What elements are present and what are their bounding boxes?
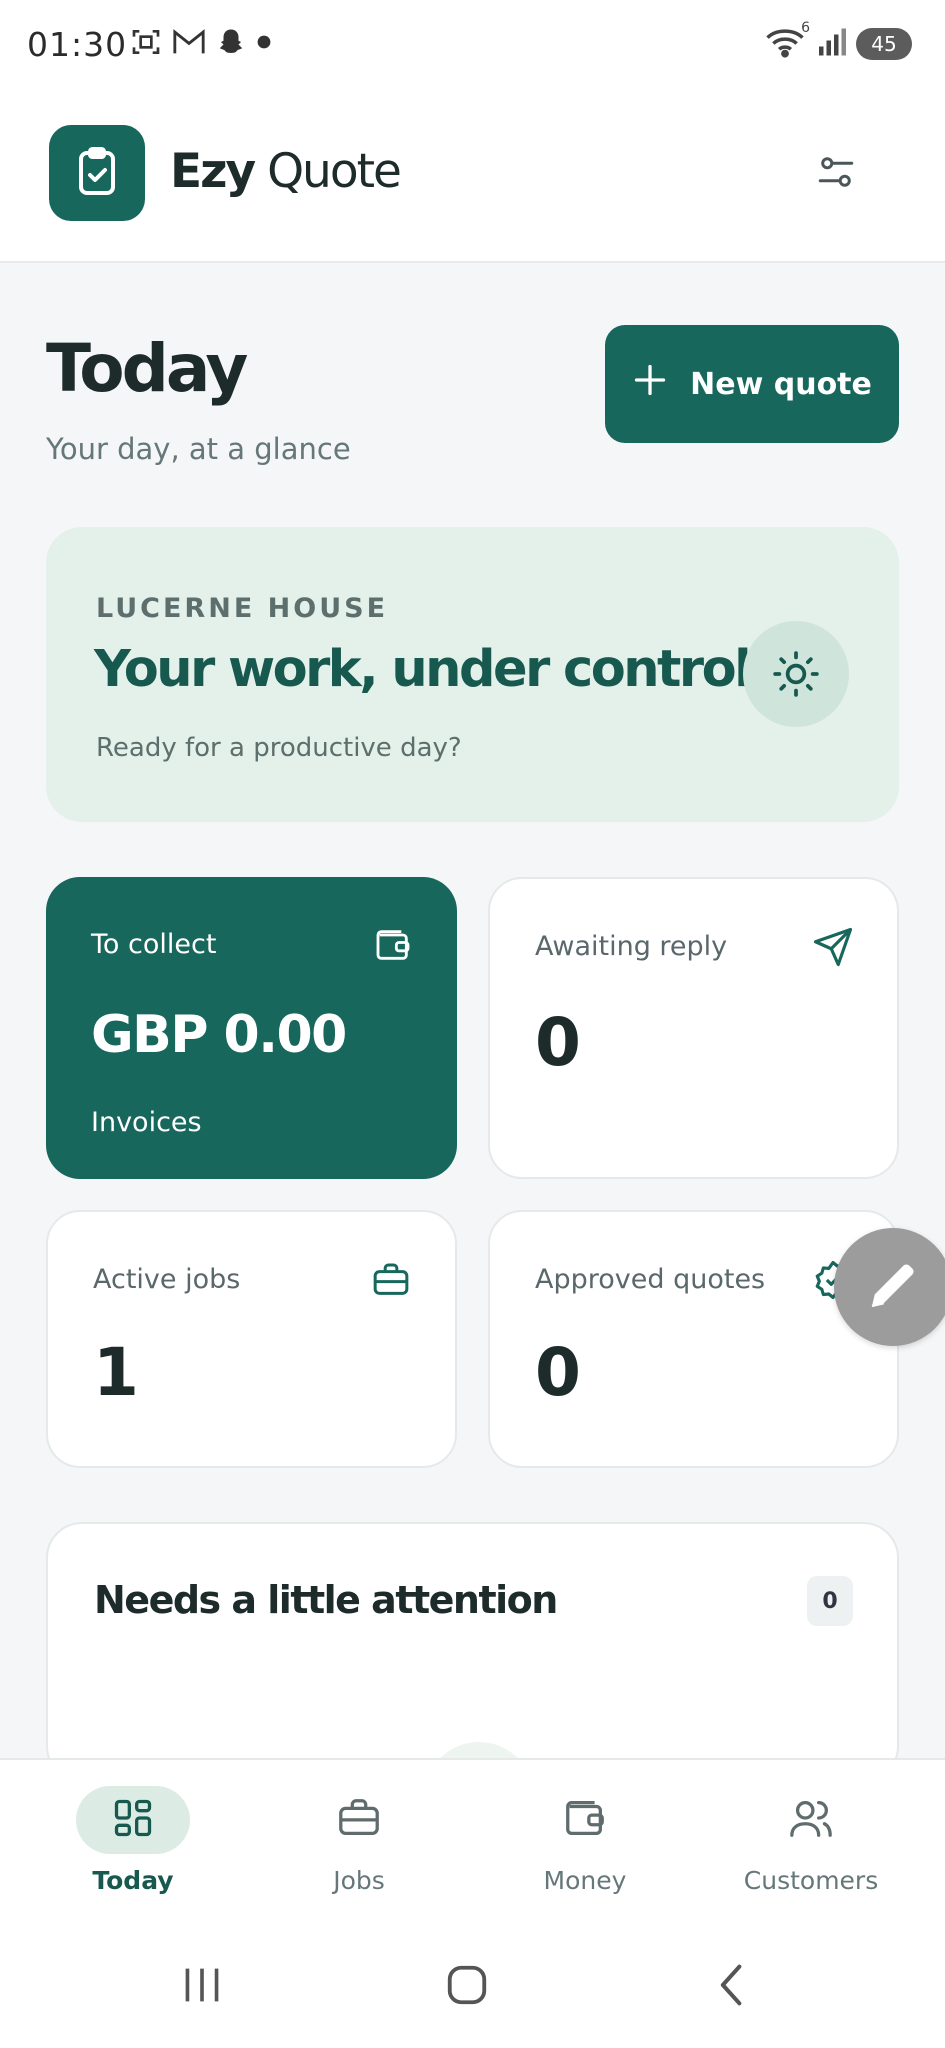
status-time: 01:30 bbox=[27, 25, 128, 64]
sun-icon bbox=[743, 621, 849, 727]
needs-attention-card: Needs a little attention 0 bbox=[46, 1522, 899, 1782]
approved-quotes-label: Approved quotes bbox=[535, 1264, 766, 1295]
hero-subtitle: Ready for a productive day? bbox=[96, 733, 462, 763]
back-button[interactable] bbox=[702, 1962, 762, 2012]
nav-today-pill bbox=[76, 1786, 190, 1854]
clipboard-check-icon bbox=[73, 145, 121, 201]
filter-button[interactable] bbox=[808, 146, 864, 202]
approved-quotes-value: 0 bbox=[535, 1334, 581, 1411]
page-title: Today bbox=[46, 330, 248, 407]
home-icon bbox=[444, 1962, 490, 2012]
to-collect-label: To collect bbox=[91, 929, 217, 960]
system-navigation-bar bbox=[0, 1922, 945, 2048]
approved-quotes-card[interactable]: Approved quotes 0 bbox=[488, 1210, 899, 1468]
app-logo bbox=[49, 125, 145, 221]
briefcase-icon bbox=[336, 1795, 382, 1845]
nav-label-money: Money bbox=[543, 1866, 627, 1895]
status-bar: 01:30 6 45 bbox=[0, 0, 945, 90]
hero-title: Your work, under control. bbox=[94, 640, 768, 699]
nav-label-customers: Customers bbox=[743, 1866, 879, 1895]
briefcase-icon bbox=[369, 1258, 413, 1302]
home-button[interactable] bbox=[437, 1962, 497, 2012]
awaiting-reply-card[interactable]: Awaiting reply 0 bbox=[488, 877, 899, 1179]
new-quote-label: New quote bbox=[690, 366, 872, 402]
recents-icon bbox=[180, 1965, 224, 2009]
edit-fab[interactable] bbox=[834, 1228, 945, 1346]
filter-sliders-icon bbox=[815, 151, 857, 197]
page-subtitle: Your day, at a glance bbox=[46, 432, 351, 466]
nav-item-today[interactable]: Today bbox=[20, 1760, 246, 1924]
notification-icons bbox=[130, 26, 272, 62]
active-jobs-value: 1 bbox=[93, 1334, 139, 1411]
awaiting-reply-label: Awaiting reply bbox=[535, 931, 728, 962]
recents-button[interactable] bbox=[172, 1962, 232, 2012]
to-collect-value: GBP 0.00 bbox=[91, 1005, 347, 1065]
wifi-icon: 6 bbox=[764, 20, 810, 62]
back-icon bbox=[714, 1963, 750, 2011]
new-quote-button[interactable]: New quote bbox=[605, 325, 899, 443]
active-jobs-label: Active jobs bbox=[93, 1264, 241, 1295]
app-header: Ezy Quote bbox=[0, 90, 945, 263]
business-name: LUCERNE HOUSE bbox=[96, 593, 389, 624]
active-jobs-card[interactable]: Active jobs 1 bbox=[46, 1210, 457, 1468]
app-title-light: Quote bbox=[267, 144, 402, 199]
gmail-icon bbox=[172, 27, 206, 61]
nav-item-money[interactable]: Money bbox=[472, 1760, 698, 1924]
needs-attention-title: Needs a little attention bbox=[94, 1578, 558, 1622]
signal-icon bbox=[816, 27, 846, 61]
users-icon bbox=[788, 1795, 834, 1845]
nav-label-today: Today bbox=[92, 1866, 174, 1895]
battery-icon: 45 bbox=[856, 28, 912, 60]
snapchat-icon bbox=[216, 27, 246, 61]
to-collect-card[interactable]: To collect GBP 0.00 Invoices bbox=[46, 877, 457, 1179]
plus-icon bbox=[632, 362, 668, 406]
grid-icon bbox=[111, 1796, 155, 1844]
nav-item-customers[interactable]: Customers bbox=[698, 1760, 924, 1924]
dot-icon bbox=[256, 34, 272, 54]
to-collect-sub: Invoices bbox=[91, 1107, 202, 1138]
wallet-icon bbox=[371, 923, 415, 967]
nav-label-jobs: Jobs bbox=[333, 1866, 385, 1895]
bottom-navigation: Today Jobs Money Customers bbox=[0, 1758, 945, 1922]
system-status-icons: 6 45 bbox=[764, 20, 912, 62]
welcome-hero-card: LUCERNE HOUSE Your work, under control. … bbox=[46, 527, 899, 822]
send-icon bbox=[811, 925, 855, 969]
pencil-icon bbox=[865, 1257, 921, 1317]
wallet-icon bbox=[562, 1795, 608, 1845]
wifi-badge: 6 bbox=[801, 20, 810, 36]
needs-attention-count: 0 bbox=[807, 1576, 853, 1626]
app-title: Ezy Quote bbox=[170, 144, 402, 199]
awaiting-reply-value: 0 bbox=[535, 1004, 581, 1081]
app-title-bold: Ezy bbox=[170, 144, 256, 199]
nav-item-jobs[interactable]: Jobs bbox=[246, 1760, 472, 1924]
screenshot-icon bbox=[130, 26, 162, 62]
